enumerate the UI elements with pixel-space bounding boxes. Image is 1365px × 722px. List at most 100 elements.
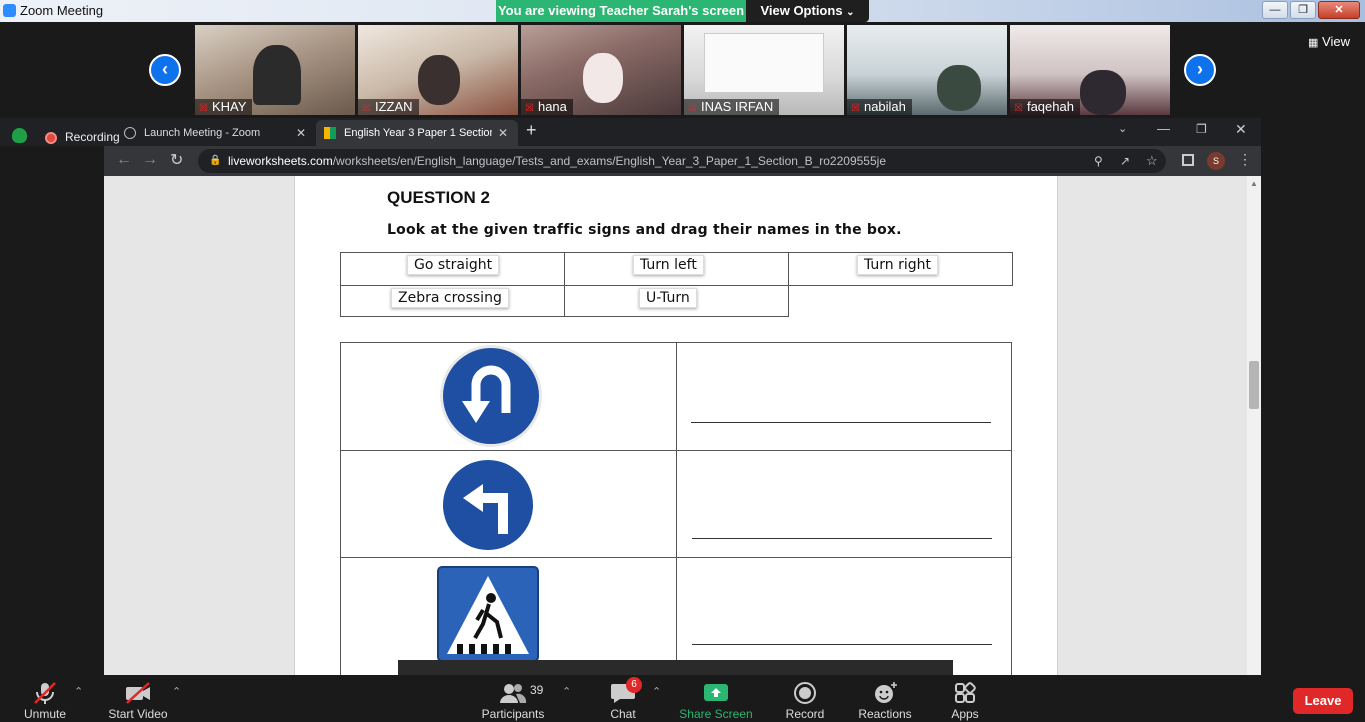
scroll-up-arrow-icon[interactable]: ▲ bbox=[1250, 179, 1258, 188]
answer-cell[interactable] bbox=[676, 342, 1012, 451]
video-tile[interactable]: ☒ INAS IRFAN bbox=[684, 25, 844, 115]
video-tile[interactable]: ☒ hana bbox=[521, 25, 681, 115]
start-video-label: Start Video bbox=[108, 707, 168, 721]
draggable-word-go-straight[interactable]: Go straight bbox=[407, 255, 500, 275]
scrollbar-thumb[interactable] bbox=[1249, 361, 1259, 409]
apps-label: Apps bbox=[951, 707, 979, 721]
browser-restore-button[interactable]: ❐ bbox=[1196, 122, 1207, 136]
answer-cell[interactable] bbox=[676, 557, 1012, 675]
address-bar[interactable]: 🔒 liveworksheets.com/worksheets/en/Engli… bbox=[198, 149, 1166, 173]
video-tile[interactable]: ☒ faqehah bbox=[1010, 25, 1170, 115]
record-button[interactable]: Record bbox=[760, 675, 850, 722]
view-options-button[interactable]: View Options ⌄ bbox=[746, 0, 869, 22]
record-label: Record bbox=[785, 707, 825, 721]
browser-tab-bar: Recording Launch Meeting - Zoom ✕ Englis… bbox=[0, 118, 1261, 146]
answer-cell[interactable] bbox=[676, 450, 1012, 558]
question-title: QUESTION 2 bbox=[387, 188, 490, 207]
window-title: Zoom Meeting bbox=[20, 3, 104, 18]
apps-button[interactable]: Apps bbox=[920, 675, 1010, 722]
profile-avatar[interactable]: S bbox=[1207, 152, 1225, 170]
video-tile[interactable]: ☒ IZZAN bbox=[358, 25, 518, 115]
leave-button[interactable]: Leave bbox=[1293, 688, 1353, 714]
minimize-button[interactable]: — bbox=[1262, 1, 1288, 19]
participant-name: INAS IRFAN bbox=[700, 99, 774, 114]
record-icon bbox=[794, 682, 816, 704]
participants-icon bbox=[500, 684, 527, 703]
chevron-right-icon: › bbox=[1197, 59, 1203, 79]
start-video-button[interactable]: Start Video bbox=[93, 675, 183, 722]
chat-button[interactable]: Chat bbox=[578, 675, 668, 722]
close-tab-icon[interactable]: ✕ bbox=[296, 120, 306, 146]
recording-indicator: Recording bbox=[65, 130, 120, 144]
unmute-label: Unmute bbox=[23, 707, 67, 721]
chat-label: Chat bbox=[610, 707, 636, 721]
view-layout-button[interactable]: ▦ View bbox=[1308, 34, 1350, 49]
browser-close-button[interactable]: ✕ bbox=[1235, 121, 1247, 138]
u-turn-sign-icon bbox=[440, 345, 542, 447]
overlay-bar bbox=[398, 660, 953, 675]
smiley-plus-icon bbox=[875, 682, 897, 703]
close-window-button[interactable]: ✕ bbox=[1318, 1, 1360, 19]
mic-muted-icon: ☒ bbox=[199, 103, 208, 114]
bookmark-star-icon[interactable]: ☆ bbox=[1146, 149, 1158, 173]
video-off-icon bbox=[126, 682, 150, 704]
mic-muted-icon bbox=[34, 682, 56, 704]
chevron-left-icon: ‹ bbox=[162, 59, 168, 79]
audio-options-caret-icon[interactable]: ⌃ bbox=[74, 685, 83, 698]
zoom-app-icon bbox=[3, 4, 16, 17]
vertical-scrollbar[interactable]: ▲ bbox=[1247, 176, 1261, 675]
reactions-button[interactable]: Reactions bbox=[840, 675, 930, 722]
turn-left-sign-icon bbox=[443, 460, 533, 550]
view-layout-label: View bbox=[1322, 34, 1350, 49]
participants-label: Participants bbox=[481, 707, 545, 721]
participants-button[interactable]: Participants bbox=[468, 675, 558, 722]
unmute-button[interactable]: Unmute bbox=[0, 675, 90, 722]
liveworksheets-favicon bbox=[324, 127, 336, 139]
url-path: /worksheets/en/English_language/Tests_an… bbox=[332, 154, 886, 168]
video-tile[interactable]: ☒ KHAY bbox=[195, 25, 355, 115]
chat-options-caret-icon[interactable]: ⌃ bbox=[652, 685, 661, 698]
draggable-word-zebra-crossing[interactable]: Zebra crossing bbox=[391, 288, 509, 308]
forward-button[interactable]: → bbox=[142, 151, 158, 169]
participant-name: nabilah bbox=[863, 99, 906, 114]
chevron-down-icon: ⌄ bbox=[846, 7, 855, 18]
mic-muted-icon: ☒ bbox=[525, 103, 534, 114]
record-icon bbox=[45, 132, 57, 144]
sidebar-icon[interactable] bbox=[1182, 154, 1194, 166]
video-options-caret-icon[interactable]: ⌃ bbox=[172, 685, 181, 698]
draggable-word-turn-right[interactable]: Turn right bbox=[857, 255, 939, 275]
browser-minimize-button[interactable]: — bbox=[1157, 121, 1170, 136]
lock-icon: 🔒 bbox=[209, 155, 222, 166]
close-tab-icon[interactable]: ✕ bbox=[498, 120, 508, 146]
worksheet-page: QUESTION 2 Look at the given traffic sig… bbox=[294, 176, 1058, 675]
participants-options-caret-icon[interactable]: ⌃ bbox=[562, 685, 571, 698]
share-icon[interactable]: ↗ bbox=[1120, 149, 1130, 173]
restore-button[interactable]: ❐ bbox=[1290, 1, 1316, 19]
browser-toolbar: ← → ↻ 🔒 liveworksheets.com/worksheets/en… bbox=[104, 146, 1261, 176]
share-screen-label: Share Screen bbox=[679, 707, 753, 721]
apps-icon bbox=[955, 682, 976, 703]
browser-menu-button[interactable]: ⋮ bbox=[1238, 151, 1252, 168]
draggable-word-u-turn[interactable]: U-Turn bbox=[639, 288, 697, 308]
share-screen-button[interactable]: Share Screen bbox=[671, 675, 761, 722]
tab-english-worksheet[interactable]: English Year 3 Paper 1 Section B ✕ bbox=[316, 120, 518, 146]
tab-search-button[interactable]: ⌄ bbox=[1118, 122, 1127, 135]
answer-drop-line[interactable] bbox=[692, 538, 992, 539]
draggable-word-turn-left[interactable]: Turn left bbox=[633, 255, 704, 275]
gallery-next-button[interactable]: › bbox=[1184, 54, 1216, 86]
answer-drop-line[interactable] bbox=[691, 422, 991, 423]
tab-launch-meeting[interactable]: Launch Meeting - Zoom ✕ bbox=[116, 120, 314, 146]
back-button[interactable]: ← bbox=[116, 151, 132, 169]
reload-button[interactable]: ↻ bbox=[170, 150, 183, 170]
new-tab-button[interactable]: + bbox=[526, 120, 537, 141]
answer-drop-line[interactable] bbox=[692, 644, 992, 645]
zoom-icon[interactable]: ⚲ bbox=[1094, 149, 1103, 173]
mic-muted-icon: ☒ bbox=[362, 103, 371, 114]
shield-icon bbox=[12, 128, 27, 143]
tab-title: Launch Meeting - Zoom bbox=[144, 127, 261, 139]
video-tile[interactable]: ☒ nabilah bbox=[847, 25, 1007, 115]
gallery-prev-button[interactable]: ‹ bbox=[149, 54, 181, 86]
mic-muted-icon: ☒ bbox=[1014, 103, 1023, 114]
meeting-controls-bar: Unmute ⌃ Start Video ⌃ Participants 39 ⌃… bbox=[0, 675, 1365, 722]
view-options-label: View Options bbox=[760, 3, 843, 18]
